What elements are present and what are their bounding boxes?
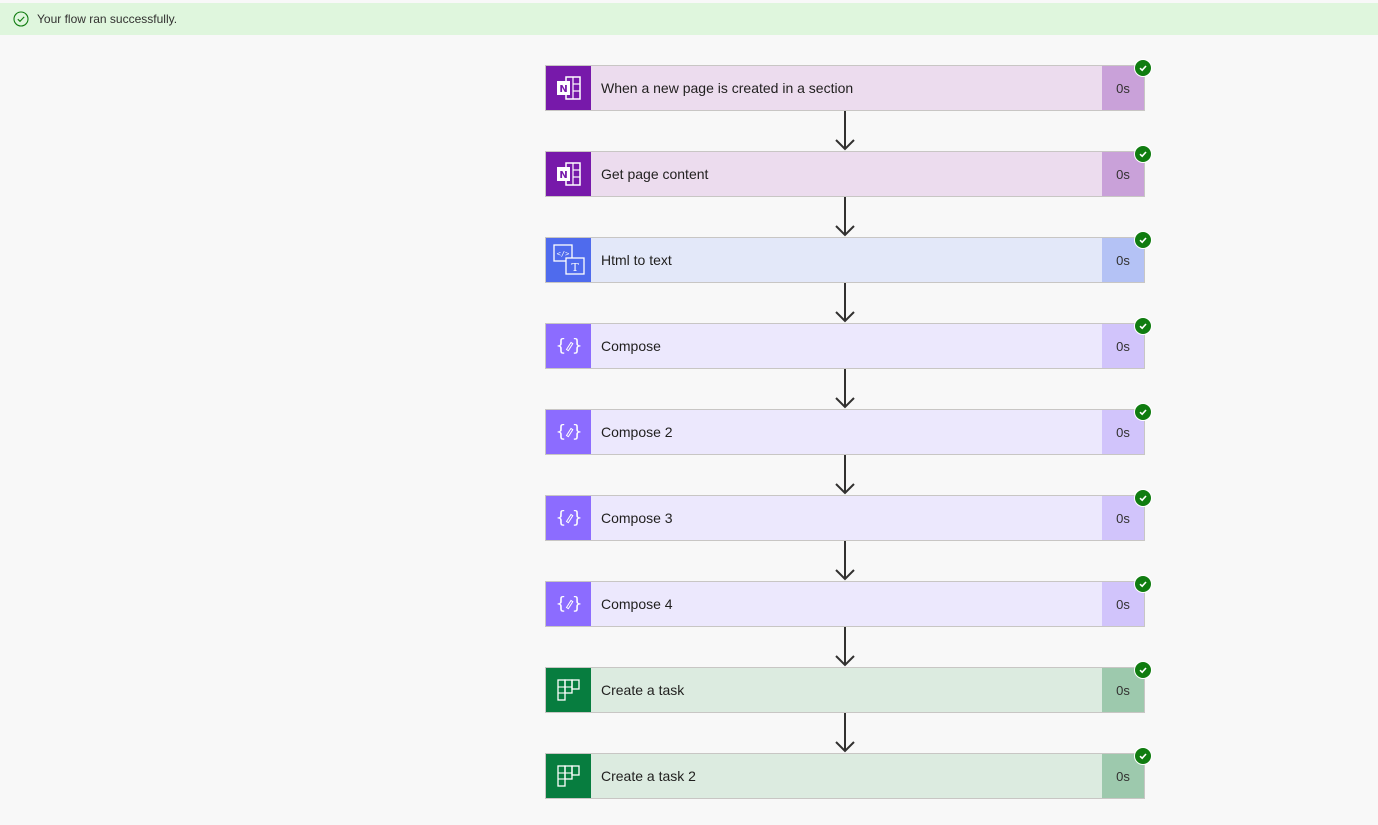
success-check-icon — [1134, 145, 1152, 163]
flow-step-get-page-content[interactable]: N Get page content 0s — [545, 145, 1152, 197]
arrow-down-icon — [833, 455, 857, 495]
success-check-icon — [1134, 575, 1152, 593]
success-check-icon — [1134, 59, 1152, 77]
compose-icon: { } — [546, 496, 591, 540]
success-check-icon — [1134, 661, 1152, 679]
svg-text:N: N — [559, 84, 567, 95]
step-title: Compose 2 — [601, 424, 673, 440]
svg-text:T: T — [571, 261, 579, 274]
success-check-icon — [13, 11, 29, 27]
planner-icon — [546, 668, 591, 712]
flow-step-compose-4[interactable]: { } Compose 4 0s — [545, 575, 1152, 627]
step-title: Create a task — [601, 682, 685, 698]
html-to-text-icon: </> T — [546, 238, 591, 282]
arrow-down-icon — [833, 541, 857, 581]
success-check-icon — [1134, 489, 1152, 507]
onenote-icon: N — [546, 152, 591, 196]
flow-step-create-a-task[interactable]: Create a task 0s — [545, 661, 1152, 713]
step-title: Html to text — [601, 252, 672, 268]
step-title: When a new page is created in a section — [601, 80, 854, 96]
arrow-down-icon — [833, 713, 857, 753]
banner-message: Your flow ran successfully. — [37, 12, 178, 26]
svg-text:N: N — [559, 170, 567, 181]
success-check-icon — [1134, 317, 1152, 335]
success-check-icon — [1134, 403, 1152, 421]
arrow-down-icon — [833, 627, 857, 667]
flow-step-compose-2[interactable]: { } Compose 2 0s — [545, 403, 1152, 455]
step-title: Compose 4 — [601, 596, 673, 612]
compose-icon: { } — [546, 410, 591, 454]
flow-step-compose[interactable]: { } Compose 0s — [545, 317, 1152, 369]
onenote-icon: N — [546, 66, 591, 110]
svg-text:</>: </> — [556, 250, 569, 258]
step-title: Compose 3 — [601, 510, 673, 526]
planner-icon — [546, 754, 591, 798]
success-check-icon — [1134, 231, 1152, 249]
arrow-down-icon — [833, 369, 857, 409]
flow-step-trigger[interactable]: N When a new page is created in a sectio… — [545, 59, 1152, 111]
flow-step-compose-3[interactable]: { } Compose 3 0s — [545, 489, 1152, 541]
arrow-down-icon — [833, 111, 857, 151]
flow-step-html-to-text[interactable]: </> T Html to text 0s — [545, 231, 1152, 283]
arrow-down-icon — [833, 197, 857, 237]
compose-icon: { } — [546, 324, 591, 368]
success-check-icon — [1134, 747, 1152, 765]
step-title: Compose — [601, 338, 661, 354]
success-banner: Your flow ran successfully. — [0, 3, 1378, 35]
step-title: Get page content — [601, 166, 709, 182]
flow-step-create-a-task-2[interactable]: Create a task 2 0s — [545, 747, 1152, 799]
step-title: Create a task 2 — [601, 768, 696, 784]
arrow-down-icon — [833, 283, 857, 323]
compose-icon: { } — [546, 582, 591, 626]
